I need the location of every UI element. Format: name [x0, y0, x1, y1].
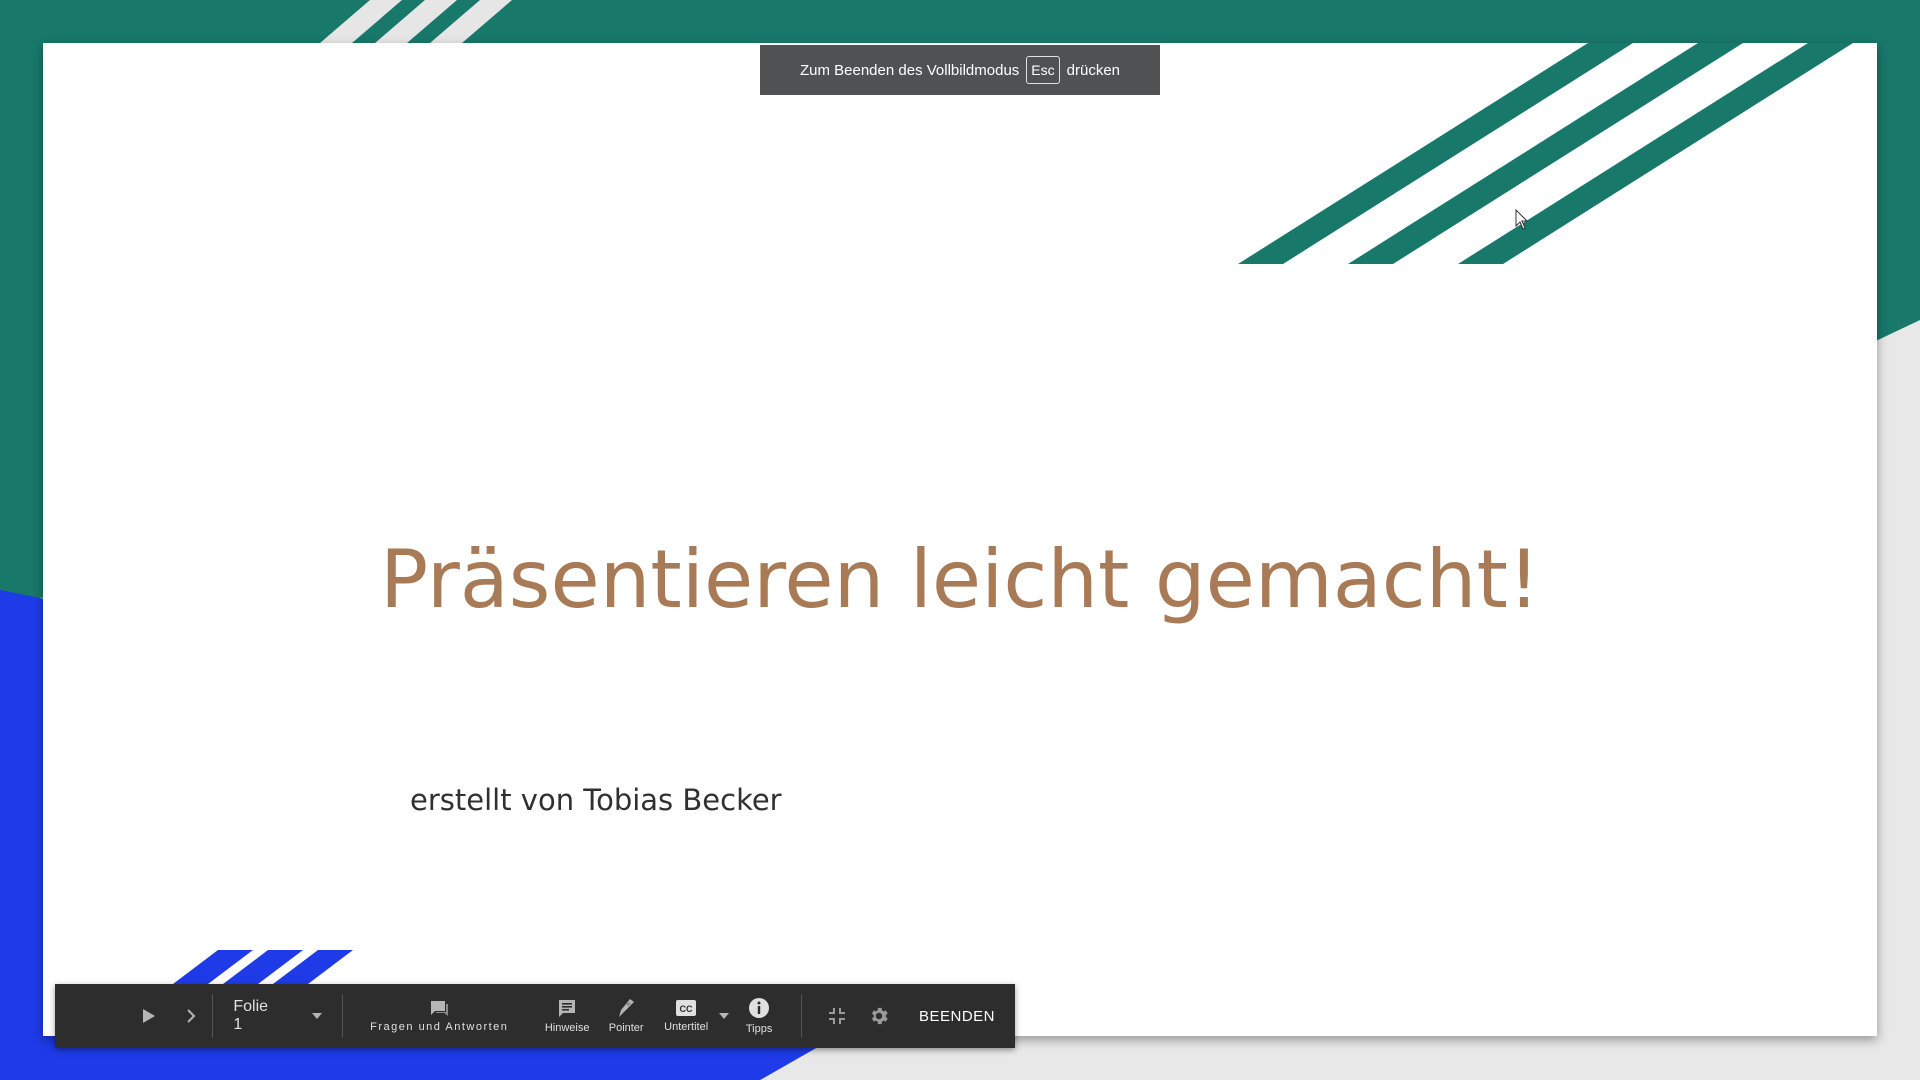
slide-subtitle: erstellt von Tobias Becker — [410, 783, 782, 817]
captions-button[interactable]: CC Untertitel — [654, 984, 719, 1048]
tips-button[interactable]: Tipps — [729, 984, 790, 1048]
caret-down-icon — [718, 1013, 729, 1019]
tips-label: Tipps — [745, 1023, 773, 1035]
notes-icon — [557, 998, 577, 1018]
end-presentation-button[interactable]: BEENDEN — [899, 1008, 1015, 1025]
play-button[interactable] — [130, 984, 169, 1048]
slide-selector-label: Folie 1 — [233, 998, 269, 1033]
qa-label: Fragen und Antworten — [370, 1021, 509, 1033]
fullscreen-notice-text: Zum Beenden des Vollbildmodus — [799, 61, 1020, 79]
esc-key-hint: Esc — [1026, 56, 1060, 84]
fullscreen-exit-notice: Zum Beenden des Vollbildmodus Esc drücke… — [760, 45, 1160, 95]
slide-selector-dropdown[interactable]: Folie 1 — [213, 984, 342, 1048]
notes-label: Hinweise — [544, 1022, 590, 1034]
chevron-right-icon — [186, 1008, 196, 1024]
notes-button[interactable]: Hinweise — [536, 984, 599, 1048]
gear-icon — [868, 1005, 890, 1027]
slide-title: Präsentieren leicht gemacht! — [380, 533, 1540, 626]
exit-fullscreen-button[interactable] — [814, 984, 859, 1048]
svg-text:CC: CC — [680, 1004, 693, 1014]
info-icon — [748, 997, 770, 1019]
mouse-cursor-icon — [1515, 208, 1529, 236]
fullscreen-notice-text-after: drücken — [1066, 61, 1121, 79]
next-slide-button[interactable] — [169, 984, 212, 1048]
play-icon — [142, 1008, 156, 1024]
settings-button[interactable] — [860, 984, 899, 1048]
qa-button[interactable]: Fragen und Antworten — [343, 984, 536, 1048]
pointer-icon — [617, 998, 635, 1018]
slide-canvas: Präsentieren leicht gemacht! erstellt vo… — [43, 43, 1877, 1036]
pointer-button[interactable]: Pointer — [599, 984, 654, 1048]
captions-options-button[interactable] — [718, 984, 729, 1048]
presenter-toolbar: Folie 1 Fragen und Antworten Hinweise Po… — [55, 984, 1015, 1048]
toolbar-divider — [801, 994, 803, 1038]
caret-down-icon — [311, 1013, 322, 1019]
chat-icon — [429, 999, 449, 1017]
captions-label: Untertitel — [664, 1021, 709, 1033]
exit-fullscreen-icon — [828, 1007, 846, 1025]
pointer-label: Pointer — [608, 1022, 644, 1034]
closed-captions-icon: CC — [675, 999, 697, 1017]
